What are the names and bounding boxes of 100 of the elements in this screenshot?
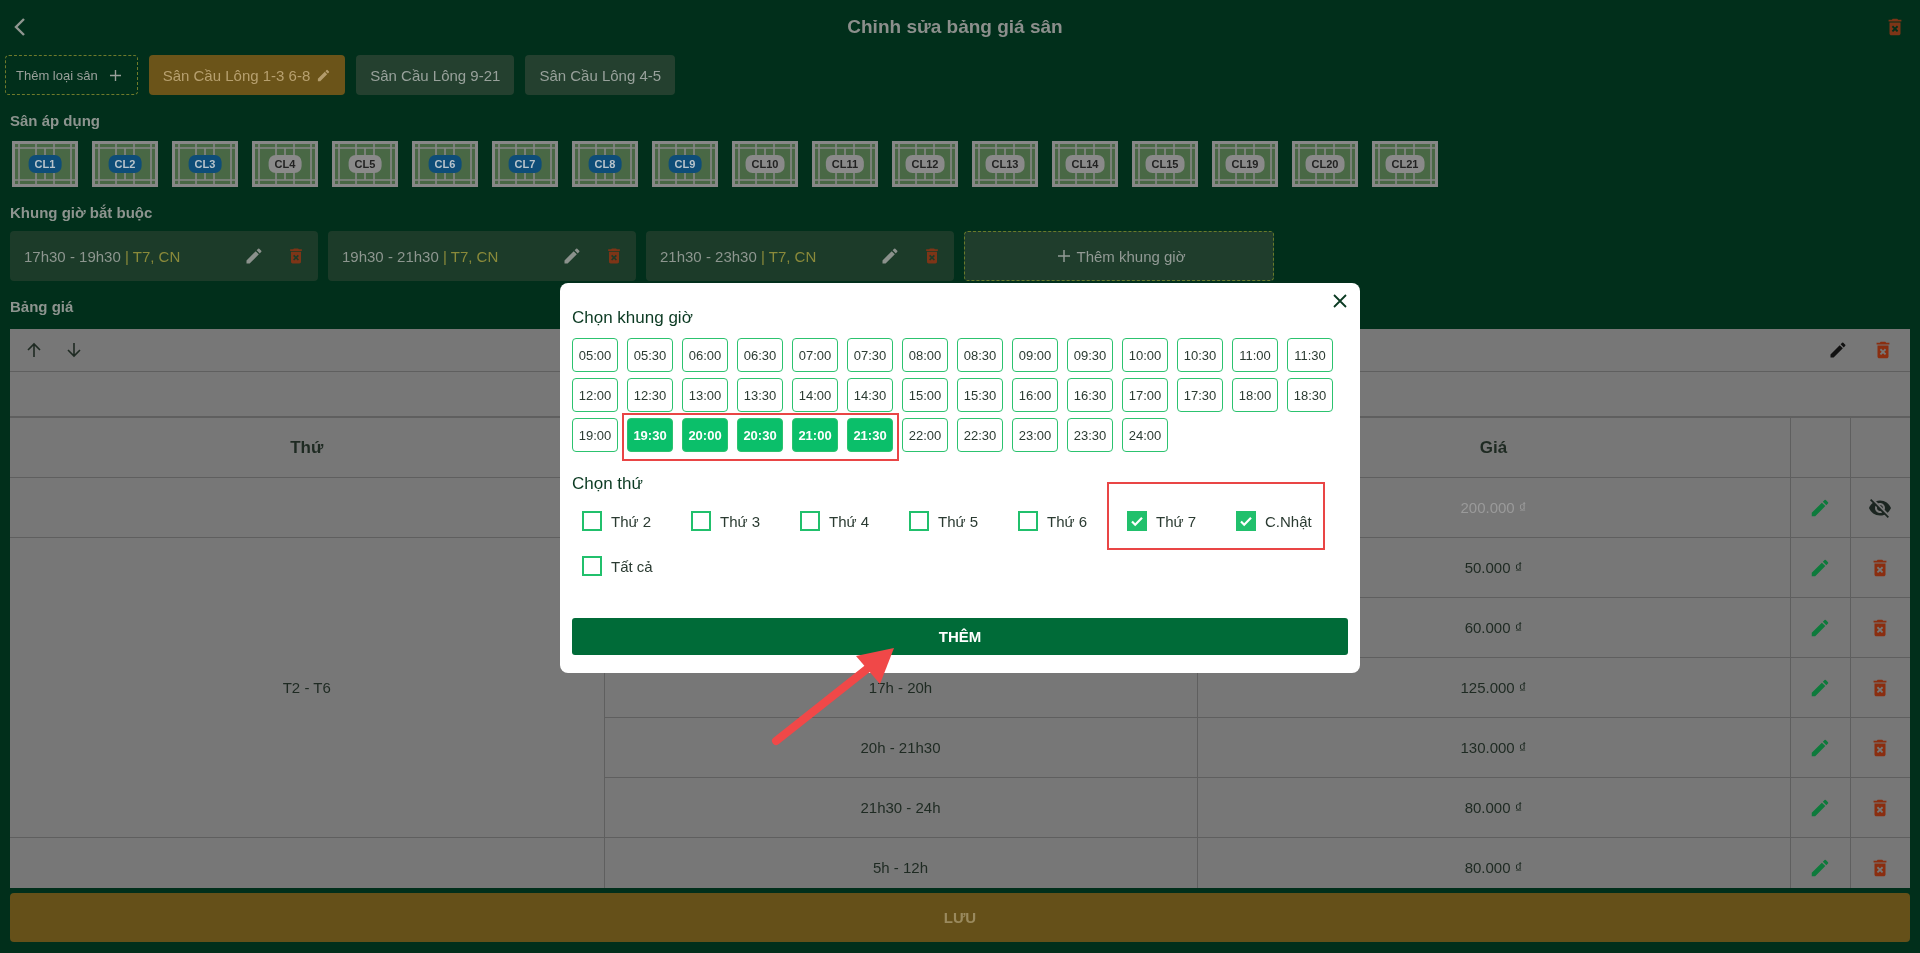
time-chip[interactable]: 15:30 [957, 378, 1003, 412]
court-badge[interactable]: CL1 [28, 155, 62, 173]
table-cell: 80.000 ₫ [1464, 859, 1523, 876]
section-label: Khung giờ bắt buộc [10, 204, 153, 221]
edit-icon[interactable] [244, 246, 264, 266]
table-cell: 125.000 ₫ [1460, 679, 1527, 696]
checkbox-label: Thứ 4 [829, 512, 870, 530]
court-badge[interactable]: CL10 [745, 155, 785, 173]
court-badge[interactable]: CL13 [985, 155, 1025, 173]
table-cell: 60.000 ₫ [1464, 619, 1523, 636]
time-chip[interactable]: 08:30 [957, 338, 1003, 372]
court-badge[interactable]: CL21 [1385, 155, 1425, 173]
table-cell: 5h - 12h [872, 859, 928, 876]
court-badge[interactable]: CL9 [668, 155, 702, 173]
time-chip[interactable]: 13:30 [737, 378, 783, 412]
column-heading: Thứ [290, 437, 324, 457]
court-type-tab[interactable]: Sân Cầu Lông 4-5 [525, 55, 676, 95]
arrow-down-icon[interactable] [66, 342, 82, 358]
checkbox-label: Thứ 3 [720, 512, 761, 530]
time-chip[interactable]: 07:30 [847, 338, 893, 372]
time-chip[interactable]: 06:00 [682, 338, 728, 372]
time-chip[interactable]: 15:00 [902, 378, 948, 412]
time-chip[interactable]: 17:30 [1177, 378, 1223, 412]
close-button[interactable] [1332, 293, 1348, 309]
time-chip[interactable]: 13:00 [682, 378, 728, 412]
checkbox[interactable] [800, 511, 820, 531]
table-cell: 21h30 - 24h [860, 799, 941, 816]
table-cell: 20h - 21h30 [860, 739, 941, 756]
time-chip[interactable]: 14:30 [847, 378, 893, 412]
court-badge[interactable]: CL11 [825, 155, 865, 173]
time-chip[interactable]: 06:30 [737, 338, 783, 372]
time-chip[interactable]: 12:30 [627, 378, 673, 412]
court-badge[interactable]: CL4 [268, 155, 302, 173]
table-cell: 80.000 ₫ [1464, 799, 1523, 816]
checkbox-label: Thứ 5 [938, 512, 979, 530]
plus-icon [109, 69, 121, 81]
time-chip[interactable]: 05:00 [572, 338, 618, 372]
time-slot-text: 17h30 - 19h30 | T7, CN [24, 247, 182, 265]
court-badge[interactable]: CL8 [588, 155, 622, 173]
time-chip[interactable]: 07:00 [792, 338, 838, 372]
checkbox[interactable] [582, 556, 602, 576]
time-chip[interactable]: 11:30 [1287, 338, 1333, 372]
table-cell: 17h - 20h [868, 679, 933, 696]
edit-icon[interactable] [1828, 340, 1848, 360]
time-chip[interactable]: 05:30 [627, 338, 673, 372]
checkbox[interactable] [1018, 511, 1038, 531]
court-badge[interactable]: CL19 [1225, 155, 1265, 173]
checkbox[interactable] [691, 511, 711, 531]
column-heading: Giá [1479, 437, 1508, 457]
add-court-type-button[interactable]: Thêm loại sân [5, 55, 138, 95]
court-badge[interactable]: CL7 [508, 155, 542, 173]
checkbox[interactable] [1127, 511, 1147, 531]
back-icon[interactable] [14, 17, 26, 37]
court-badge[interactable]: CL3 [188, 155, 222, 173]
time-chip[interactable]: 09:30 [1067, 338, 1113, 372]
checkbox-label: Tất cả [611, 557, 653, 575]
checkbox-label: Thứ 2 [611, 512, 652, 530]
page-title: Chỉnh sửa bảng giá sân [846, 16, 1064, 38]
court-badge[interactable]: CL6 [428, 155, 462, 173]
checkbox[interactable] [909, 511, 929, 531]
time-chip[interactable]: 10:00 [1122, 338, 1168, 372]
section-label: Sân áp dụng [10, 112, 100, 129]
checkbox[interactable] [1236, 511, 1256, 531]
time-slot-text: 21h30 - 23h30 | T7, CN [660, 247, 818, 265]
time-chip[interactable]: 09:00 [1012, 338, 1058, 372]
add-button[interactable]: THÊM [572, 618, 1348, 655]
time-chip[interactable]: 12:00 [572, 378, 618, 412]
court-badge[interactable]: CL2 [108, 155, 142, 173]
court-badge[interactable]: CL5 [348, 155, 382, 173]
dialog-heading: Chọn thứ [572, 474, 644, 494]
time-chip[interactable]: 23:30 [1067, 418, 1113, 452]
court-badge[interactable]: CL20 [1305, 155, 1345, 173]
time-chip[interactable]: 22:00 [902, 418, 948, 452]
checkbox-label: C.Nhật [1265, 512, 1312, 530]
edit-icon[interactable] [880, 246, 900, 266]
court-badge[interactable]: CL14 [1065, 155, 1105, 173]
time-chip[interactable]: 24:00 [1122, 418, 1168, 452]
time-chip[interactable]: 19:00 [572, 418, 618, 452]
time-chip[interactable]: 08:00 [902, 338, 948, 372]
time-chip[interactable]: 16:30 [1067, 378, 1113, 412]
time-chip[interactable]: 18:00 [1232, 378, 1278, 412]
time-chip[interactable]: 17:00 [1122, 378, 1168, 412]
time-chip[interactable]: 22:30 [957, 418, 1003, 452]
time-slot-text: 19h30 - 21h30 | T7, CN [342, 247, 500, 265]
time-chip[interactable]: 18:30 [1287, 378, 1333, 412]
court-type-tab[interactable]: Sân Cầu Lông 9-21 [356, 55, 515, 95]
time-chip[interactable]: 14:00 [792, 378, 838, 412]
court-badge[interactable]: CL15 [1145, 155, 1185, 173]
time-chip[interactable]: 10:30 [1177, 338, 1223, 372]
court-badge[interactable]: CL12 [905, 155, 945, 173]
section-label: Bảng giá [10, 298, 74, 315]
table-cell: T2 - T6 [282, 679, 331, 696]
time-chip[interactable]: 16:00 [1012, 378, 1058, 412]
checkbox[interactable] [582, 511, 602, 531]
add-time-slot-button[interactable]: Thêm khung giờ [964, 231, 1274, 281]
arrow-up-icon[interactable] [26, 342, 42, 358]
edit-icon[interactable] [562, 246, 582, 266]
time-chip[interactable]: 23:00 [1012, 418, 1058, 452]
pencil-icon [316, 67, 332, 83]
time-chip[interactable]: 11:00 [1232, 338, 1278, 372]
